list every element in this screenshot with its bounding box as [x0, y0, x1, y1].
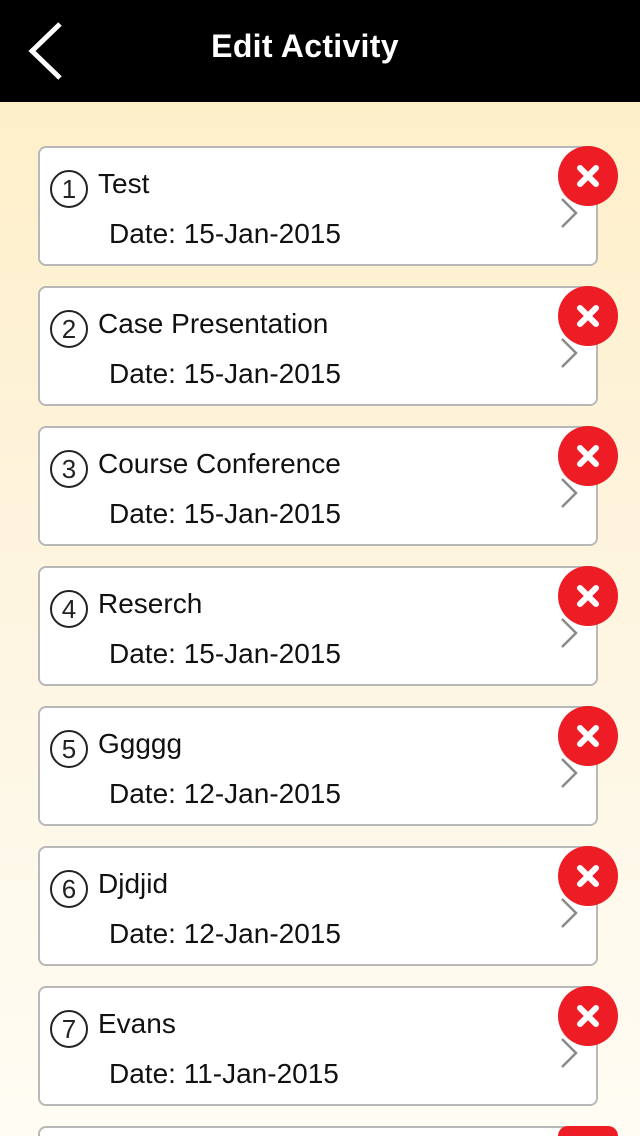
close-icon — [577, 865, 599, 887]
activity-title: Djdjid — [98, 868, 169, 899]
activity-number-badge: 2 — [50, 310, 88, 348]
delete-button[interactable] — [558, 846, 618, 906]
activity-card[interactable]: 7 Evans Date: 11-Jan-2015 — [38, 986, 598, 1106]
close-icon — [577, 725, 599, 747]
activity-title: Evans — [98, 1008, 176, 1039]
activity-card[interactable]: 5 Ggggg Date: 12-Jan-2015 — [38, 706, 598, 826]
activity-title: Case Presentation — [98, 308, 329, 339]
activity-card[interactable]: 4 Reserch Date: 15-Jan-2015 — [38, 566, 598, 686]
close-icon — [577, 445, 599, 467]
close-icon — [577, 305, 599, 327]
delete-button[interactable] — [558, 706, 618, 766]
delete-button[interactable] — [558, 426, 618, 486]
delete-button[interactable] — [558, 286, 618, 346]
activity-date: Date: 12-Jan-2015 — [109, 778, 341, 809]
activity-number-badge: 3 — [50, 450, 88, 488]
activity-date: Date: 15-Jan-2015 — [109, 498, 341, 529]
delete-button[interactable] — [558, 986, 618, 1046]
activity-card[interactable]: 3 Course Conference Date: 15-Jan-2015 — [38, 426, 598, 546]
activity-title: Test — [98, 168, 150, 199]
delete-button[interactable] — [558, 146, 618, 206]
activity-number-badge: 6 — [50, 870, 88, 908]
close-icon — [577, 165, 599, 187]
activity-title: Course Conference — [98, 448, 341, 479]
activity-date: Date: 11-Jan-2015 — [109, 1058, 339, 1089]
activity-title: Ggggg — [98, 728, 183, 759]
activity-number-badge: 5 — [50, 730, 88, 768]
activity-card[interactable]: 2 Case Presentation Date: 15-Jan-2015 — [38, 286, 598, 406]
close-icon — [577, 1005, 599, 1027]
delete-button[interactable] — [558, 566, 618, 626]
delete-button-partial[interactable] — [558, 1126, 618, 1136]
activity-card[interactable]: 1 Test Date: 15-Jan-2015 — [38, 146, 598, 266]
activity-date: Date: 15-Jan-2015 — [109, 638, 341, 669]
activity-date: Date: 15-Jan-2015 — [109, 218, 341, 249]
activity-card-partial[interactable] — [38, 1126, 598, 1136]
activity-date: Date: 12-Jan-2015 — [109, 918, 341, 949]
activity-title: Reserch — [98, 588, 203, 619]
activity-date: Date: 15-Jan-2015 — [109, 358, 341, 389]
activity-card[interactable]: 6 Djdjid Date: 12-Jan-2015 — [38, 846, 598, 966]
activity-list: 1 Test Date: 15-Jan-2015 2 Case Presenta… — [0, 0, 640, 1136]
activity-number-badge: 7 — [50, 1010, 88, 1048]
close-icon — [577, 585, 599, 607]
activity-number-badge: 1 — [50, 170, 88, 208]
activity-number-badge: 4 — [50, 590, 88, 628]
